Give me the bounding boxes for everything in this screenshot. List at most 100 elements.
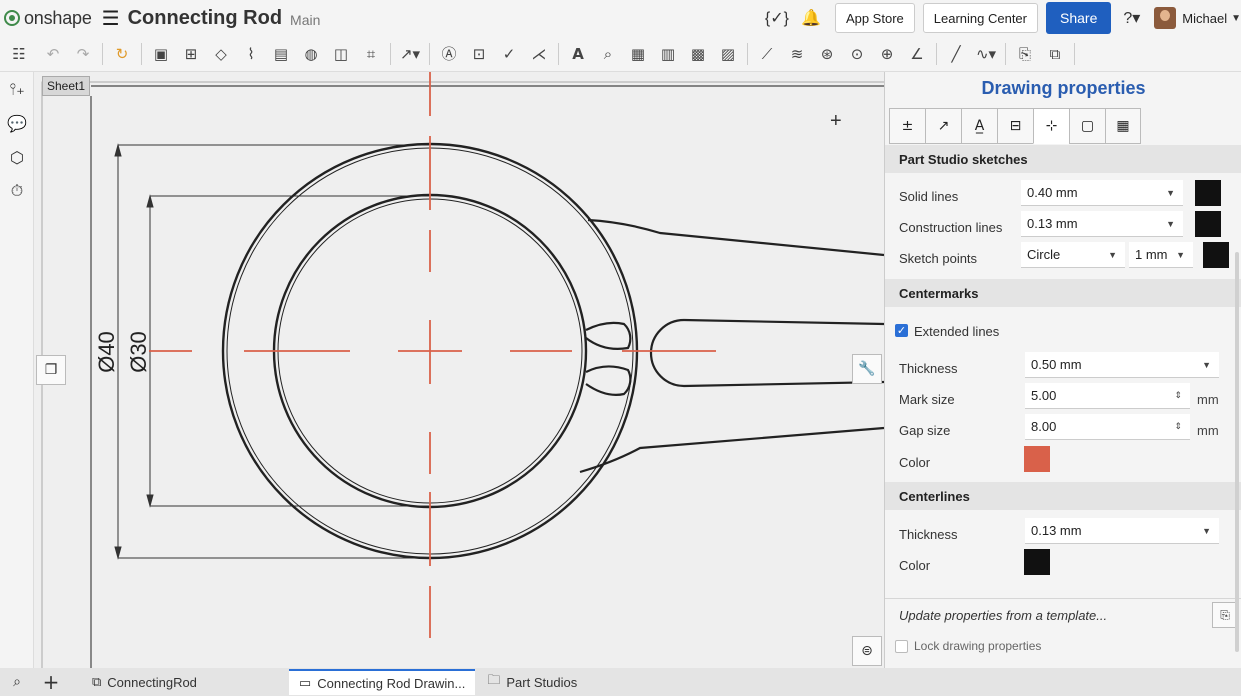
solid-lines-select[interactable]: 0.40 mm ▼ (1021, 180, 1183, 206)
app-store-button[interactable]: App Store (834, 3, 915, 33)
projected-view-icon[interactable]: ⊞ (179, 42, 203, 66)
redo-icon[interactable]: ↷ (71, 42, 95, 66)
solid-lines-color[interactable] (1195, 180, 1221, 206)
import-dxf-icon[interactable]: ⎘ (1013, 42, 1037, 66)
tab-views-icon[interactable]: ▢ (1069, 108, 1105, 144)
menu-icon[interactable]: ☰ (102, 6, 120, 31)
regenerate-icon[interactable]: ↻ (110, 42, 134, 66)
variables-icon[interactable]: ⫯₊ (0, 72, 34, 106)
tab-manager-icon[interactable]: ⌕ (0, 674, 34, 690)
construction-lines-select[interactable]: 0.13 mm ▼ (1021, 211, 1183, 237)
sketch-line-icon[interactable]: ╱ (944, 42, 968, 66)
share-button[interactable]: Share (1046, 2, 1112, 34)
mark-size-input[interactable]: 5.00 ⇕ (1025, 383, 1190, 409)
centermark-thickness-value: 0.50 mm (1031, 357, 1082, 372)
divider (747, 42, 748, 65)
text-icon[interactable]: A (566, 42, 590, 66)
onshape-logo-icon (4, 10, 20, 26)
extended-lines-checkbox[interactable]: ✓ (895, 324, 908, 337)
chevron-down-icon[interactable]: ▼ (1231, 13, 1241, 24)
feature-list-icon[interactable]: ☷ (7, 42, 31, 66)
drawing-icon: ▭ (298, 675, 312, 691)
sheet-border (41, 81, 884, 668)
dimension-outer-diameter[interactable]: Ø40 (94, 331, 119, 373)
hole-table-icon[interactable]: ▩ (686, 42, 710, 66)
tab-connecting-rod-drawing[interactable]: ▭ Connecting Rod Drawin... (288, 669, 476, 695)
sketch-points-size-select[interactable]: 1 mm ▼ (1129, 242, 1193, 268)
stopwatch-icon[interactable]: ⏱ (0, 174, 34, 208)
line-icon[interactable]: ⟋ (755, 42, 779, 66)
sketch-points-color[interactable] (1203, 242, 1229, 268)
centerline-thickness-select[interactable]: 0.13 mm ▼ (1025, 518, 1219, 544)
view-cube-icon[interactable]: ❐ (36, 355, 66, 385)
document-title[interactable]: Connecting Rod (128, 7, 282, 30)
bell-icon[interactable]: 🔔 (801, 8, 821, 28)
insert-view-icon[interactable]: ▣ (149, 42, 173, 66)
panel-scrollbar[interactable] (1235, 252, 1239, 652)
datum-icon[interactable]: ⊡ (467, 42, 491, 66)
sketch-points-shape-select[interactable]: Circle ▼ (1021, 242, 1125, 268)
tab-lines-icon[interactable]: ⊹ (1033, 108, 1069, 144)
logo-text: onshape (24, 7, 92, 28)
learning-center-button[interactable]: Learning Center (922, 3, 1038, 33)
tab-connectingrod[interactable]: ⧉ ConnectingRod (82, 669, 207, 695)
divider (558, 42, 559, 65)
lock-properties-checkbox[interactable] (895, 640, 908, 653)
centermark-color-swatch[interactable] (1024, 446, 1050, 472)
auxiliary-view-icon[interactable]: ◇ (209, 42, 233, 66)
release-candidate-icon[interactable]: {✓} (765, 8, 789, 28)
bom-table-icon[interactable]: ▥ (656, 42, 680, 66)
crop-view-icon[interactable]: ⌗ (359, 42, 383, 66)
weld-symbol-icon[interactable]: ⋌ (527, 42, 551, 66)
branch-name[interactable]: Main (290, 12, 320, 28)
table-icon[interactable]: ▦ (626, 42, 650, 66)
comments-icon[interactable]: 💬 (0, 106, 34, 140)
tab-dimensions-icon[interactable]: ± (889, 108, 925, 144)
undo-icon[interactable]: ↶ (41, 42, 65, 66)
construction-lines-color[interactable] (1195, 211, 1221, 237)
centermark-color-label: Color (899, 455, 931, 470)
break-view-icon[interactable]: ◍ (299, 42, 323, 66)
tab-tables-icon[interactable]: ⊟ (997, 108, 1033, 144)
user-name[interactable]: Michael (1182, 11, 1227, 26)
drawing-canvas[interactable]: Ø40 Ø30 Sheet1 + ❐ 🔧 ⊜ (34, 72, 884, 668)
property-tabs: ± ↗ A̲ ⊟ ⊹ ▢ ▦ (889, 108, 1141, 144)
stamp-icon[interactable]: ⊜ (852, 636, 882, 666)
surface-finish-icon[interactable]: ✓ (497, 42, 521, 66)
stepper-icon[interactable]: ⇕ (1174, 390, 1182, 401)
sheet-tab[interactable]: Sheet1 (42, 76, 91, 96)
help-icon[interactable]: ?▾ (1123, 8, 1140, 28)
angle-icon[interactable]: ∠ (905, 42, 929, 66)
bolt-circle-icon[interactable]: ⊕ (875, 42, 899, 66)
tab-annotations-icon[interactable]: ↗ (925, 108, 961, 144)
dimension-inner-diameter[interactable]: Ø30 (126, 331, 151, 373)
parts-icon[interactable]: ⬡ (0, 140, 34, 174)
update-from-template-link[interactable]: Update properties from a template... (899, 608, 1107, 623)
centermark-thickness-select[interactable]: 0.50 mm ▼ (1025, 352, 1219, 378)
divider (390, 42, 391, 65)
gap-size-input[interactable]: 8.00 ⇕ (1025, 414, 1190, 440)
avatar[interactable] (1154, 7, 1177, 29)
note-icon[interactable]: Ⓐ (437, 42, 461, 66)
sketch-points-size: 1 mm (1135, 247, 1168, 262)
tab-grid-icon[interactable]: ▦ (1105, 108, 1141, 144)
callout-icon[interactable]: ⌕ (596, 42, 620, 66)
tab-text-icon[interactable]: A̲ (961, 108, 997, 144)
sketch-points-label: Sketch points (899, 251, 978, 266)
centerline-color-swatch[interactable] (1024, 549, 1050, 575)
dimension-icon[interactable]: ↗▾ (398, 42, 422, 66)
add-tab-icon[interactable]: + (34, 670, 68, 694)
wrench-icon[interactable]: 🔧 (852, 354, 882, 384)
revision-table-icon[interactable]: ▨ (716, 42, 740, 66)
stepper-icon[interactable]: ⇕ (1174, 421, 1182, 432)
insert-image-icon[interactable]: ⧉ (1043, 42, 1067, 66)
tab-part-studios[interactable]: 🗀 Part Studios (477, 669, 587, 695)
centerline-icon[interactable]: ≋ (785, 42, 809, 66)
spline-icon[interactable]: ∿▾ (974, 42, 998, 66)
detail-view-icon[interactable]: ▤ (269, 42, 293, 66)
section-view-icon[interactable]: ⌇ (239, 42, 263, 66)
broken-out-section-icon[interactable]: ◫ (329, 42, 353, 66)
onshape-logo[interactable]: onshape (4, 8, 92, 29)
circle-centermark-icon[interactable]: ⊙ (845, 42, 869, 66)
centermark-icon[interactable]: ⊛ (815, 42, 839, 66)
